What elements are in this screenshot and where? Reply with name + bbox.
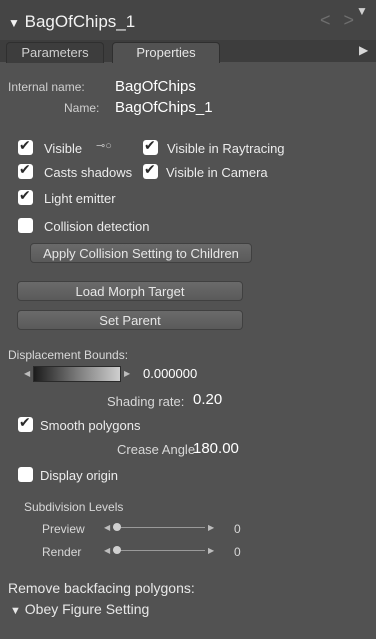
preview-slider-track[interactable] <box>113 527 205 528</box>
collapse-triangle-icon[interactable]: ▼ <box>8 16 20 30</box>
subdivision-levels-title: Subdivision Levels <box>24 500 124 514</box>
visible-label: Visible <box>44 141 83 156</box>
backfacing-option: Obey Figure Setting <box>24 601 150 617</box>
internal-name-value: BagOfChips <box>115 78 196 95</box>
render-decrease-icon[interactable]: ◀ <box>104 546 110 555</box>
load-morph-target-button[interactable]: Load Morph Target <box>17 281 243 301</box>
displacement-bounds-label: Displacement Bounds: <box>8 348 129 362</box>
render-slider-track[interactable] <box>113 550 205 551</box>
preview-value[interactable]: 0 <box>234 522 241 536</box>
panel-title[interactable]: ▼ BagOfChips_1 <box>8 12 135 32</box>
collision-detection-label: Collision detection <box>44 219 150 234</box>
crease-angle-value[interactable]: 180.00 <box>193 440 239 457</box>
render-increase-icon[interactable]: ▶ <box>208 546 214 555</box>
casts-shadows-label: Casts shadows <box>44 165 133 180</box>
dropdown-triangle-icon: ▼ <box>10 605 21 617</box>
visible-raytracing-label: Visible in Raytracing <box>167 141 285 156</box>
internal-name-label: Internal name: <box>8 80 85 94</box>
displacement-decrease-icon[interactable]: ◀ <box>24 369 30 378</box>
render-value[interactable]: 0 <box>234 545 241 559</box>
render-slider-knob[interactable] <box>113 546 121 554</box>
visible-raytracing-checkbox[interactable] <box>143 138 158 155</box>
set-parent-button[interactable]: Set Parent <box>17 310 243 330</box>
displacement-increase-icon[interactable]: ▶ <box>124 369 130 378</box>
casts-shadows-checkbox[interactable] <box>18 162 33 179</box>
tab-properties[interactable]: Properties <box>112 42 220 63</box>
light-emitter-label: Light emitter <box>44 191 116 206</box>
crease-angle-label: Crease Angle <box>117 442 196 457</box>
name-label: Name: <box>64 101 100 115</box>
light-emitter-checkbox[interactable] <box>18 188 33 205</box>
preview-increase-icon[interactable]: ▶ <box>208 523 214 532</box>
display-origin-label: Display origin <box>40 468 119 483</box>
visible-camera-checkbox[interactable] <box>143 162 158 179</box>
smooth-polygons-checkbox[interactable] <box>18 415 33 432</box>
visible-camera-label: Visible in Camera <box>166 165 268 180</box>
key-icon: ⊸○ <box>96 140 112 152</box>
render-label: Render <box>42 545 82 559</box>
name-field[interactable]: BagOfChips_1 <box>115 99 213 116</box>
panel-menu-icon[interactable]: ▼ <box>356 4 368 18</box>
tab-parameters[interactable]: Parameters <box>6 42 104 63</box>
display-origin-checkbox[interactable] <box>18 467 33 482</box>
remove-backfacing-label: Remove backfacing polygons: <box>8 580 195 596</box>
smooth-polygons-label: Smooth polygons <box>40 418 141 433</box>
shading-rate-label: Shading rate: <box>107 394 185 409</box>
preview-slider-knob[interactable] <box>113 523 121 531</box>
backfacing-dropdown[interactable]: ▼ Obey Figure Setting <box>10 601 149 617</box>
visible-checkbox[interactable] <box>18 138 33 155</box>
nav-arrows-icon[interactable]: < > <box>320 10 358 31</box>
displacement-value[interactable]: 0.000000 <box>143 366 197 381</box>
tab-scroll-right-icon[interactable]: ▶ <box>359 43 368 57</box>
apply-collision-button[interactable]: Apply Collision Setting to Children <box>30 243 252 263</box>
panel-title-text: BagOfChips_1 <box>24 12 136 31</box>
displacement-dial[interactable] <box>33 366 121 382</box>
preview-decrease-icon[interactable]: ◀ <box>104 523 110 532</box>
preview-label: Preview <box>42 522 85 536</box>
collision-detection-checkbox[interactable] <box>18 218 33 233</box>
shading-rate-value[interactable]: 0.20 <box>193 391 222 408</box>
